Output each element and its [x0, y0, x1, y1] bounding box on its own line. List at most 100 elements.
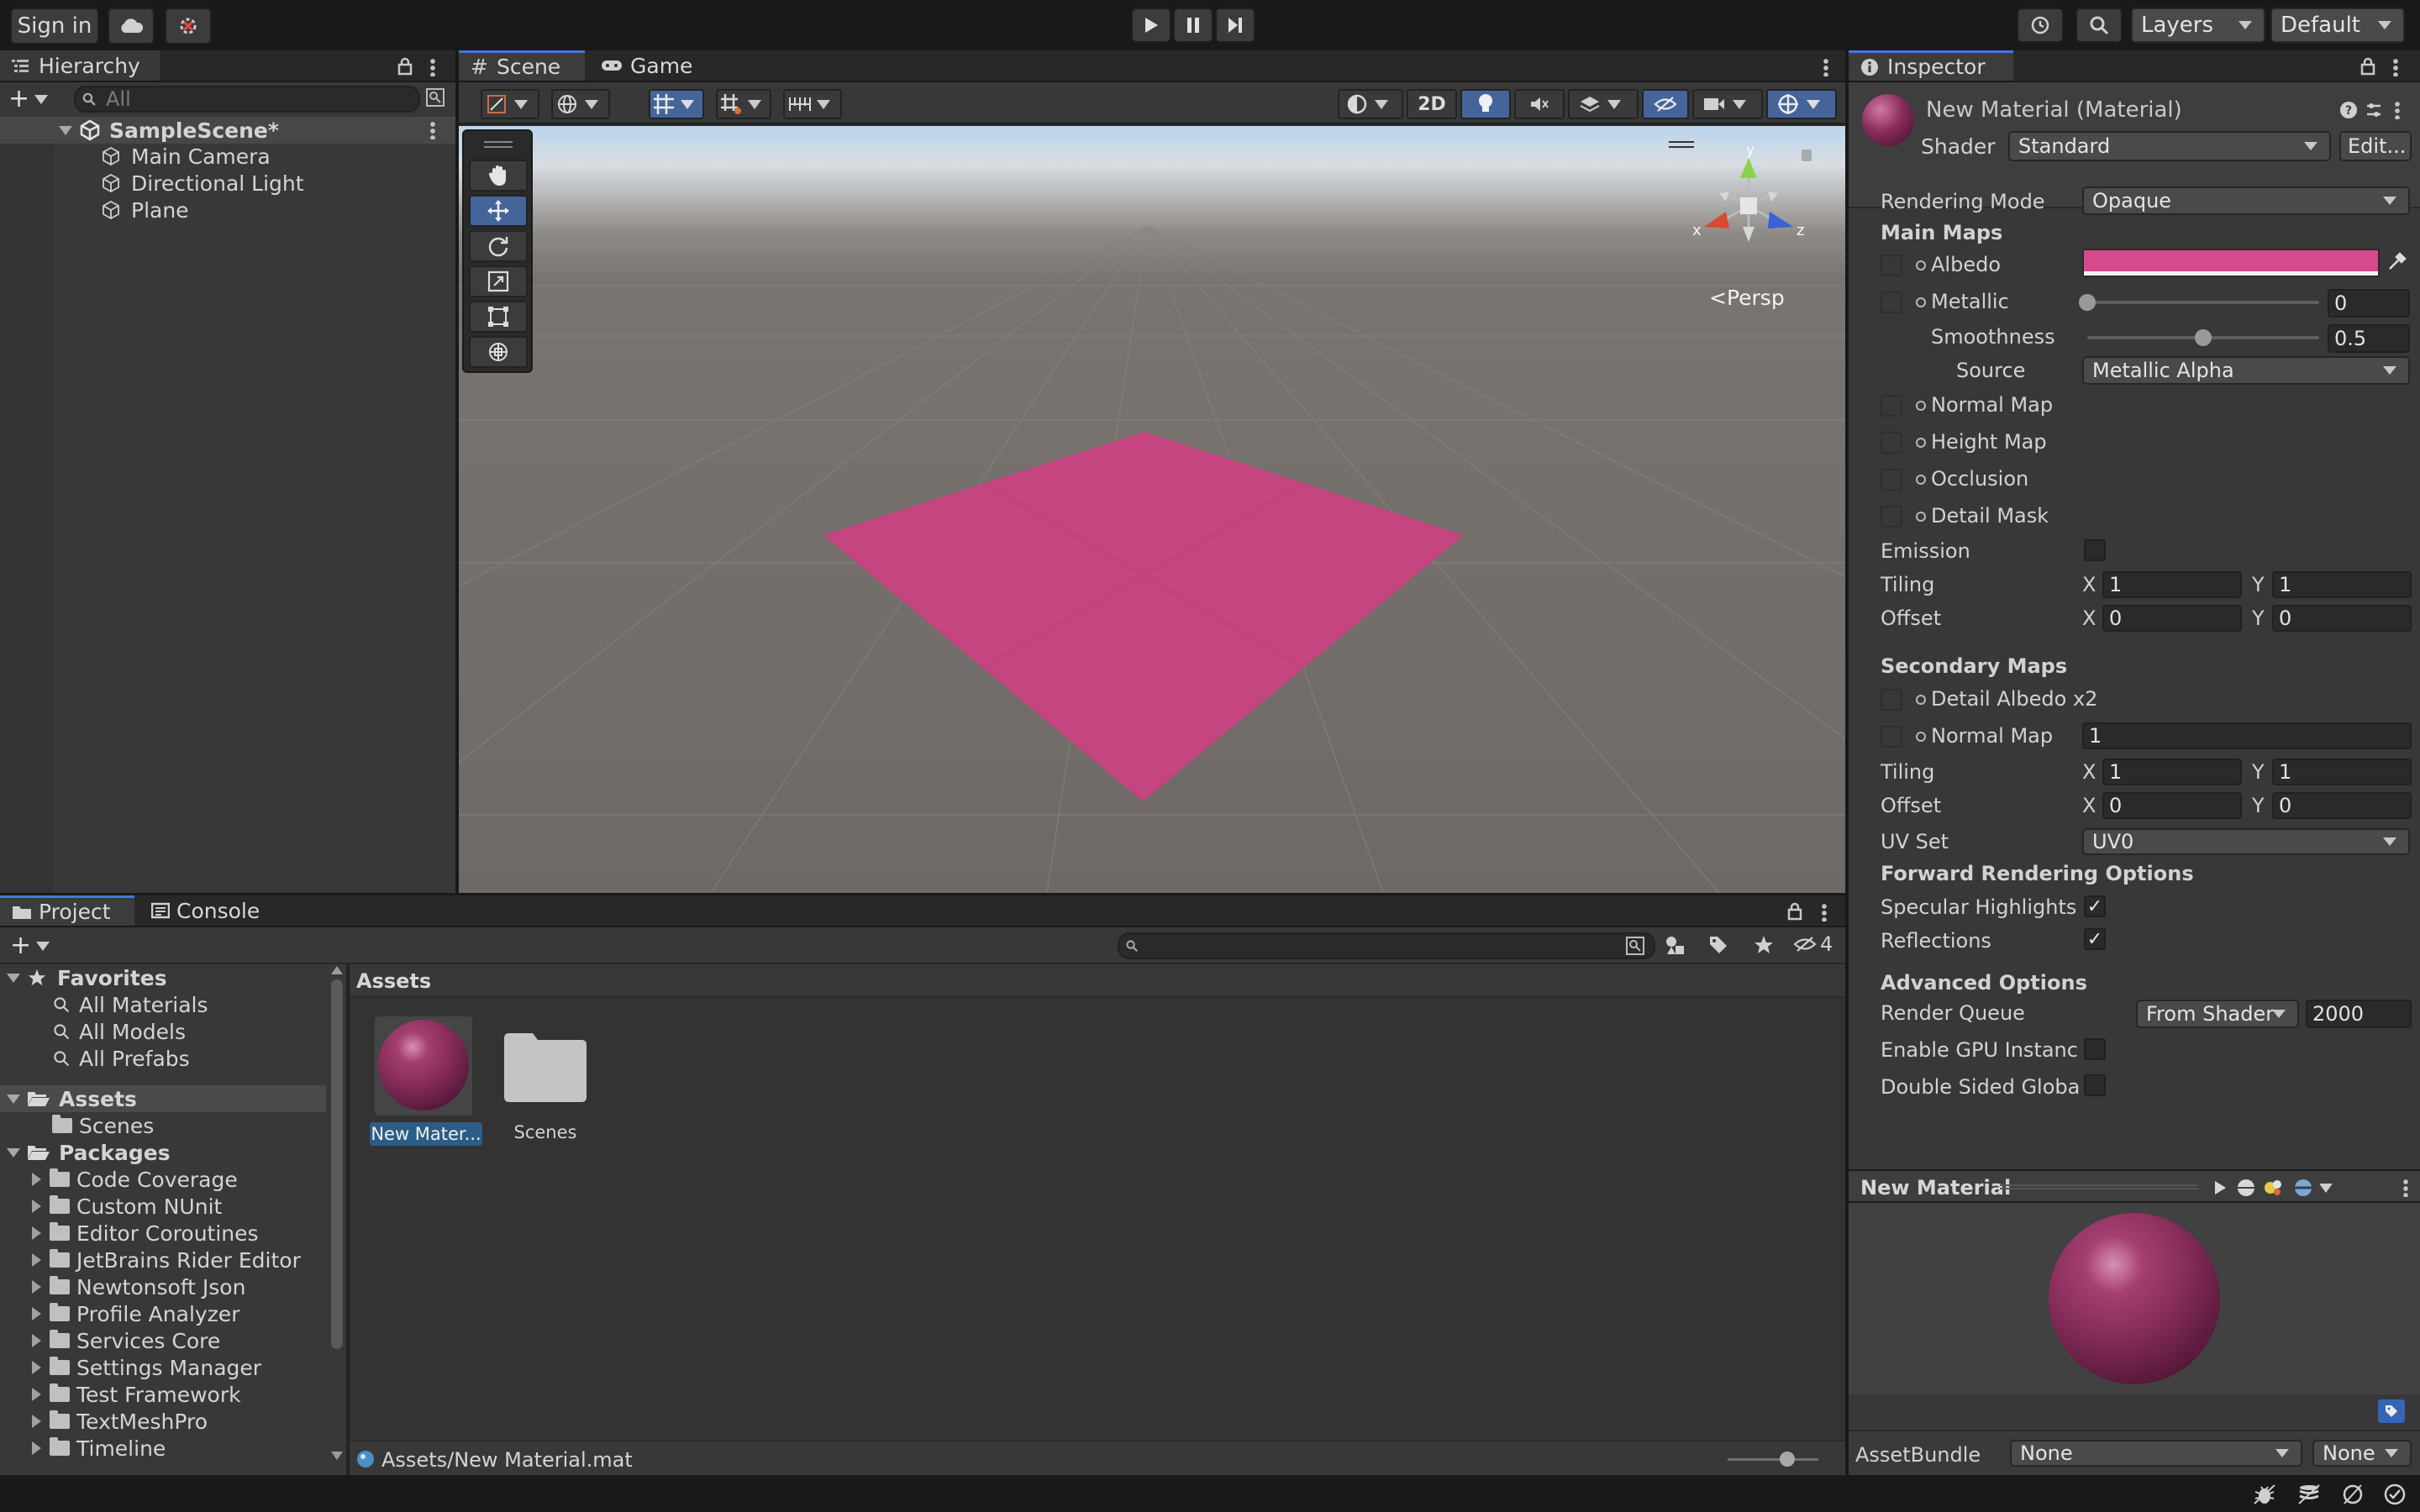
assetbundle-dropdown[interactable]: None	[2010, 1440, 2302, 1467]
package-item[interactable]: Test Framework	[0, 1381, 241, 1408]
albedo-color-field[interactable]	[2082, 249, 2380, 277]
asset-item-material[interactable]: New Mater...	[370, 1016, 482, 1146]
package-item[interactable]: TextMeshPro	[0, 1408, 208, 1435]
rotate-tool-button[interactable]	[469, 230, 528, 262]
gizmo-lock-icon[interactable]	[1802, 150, 1812, 161]
preview-sky-icon[interactable]	[2292, 1178, 2314, 1198]
icon-size-slider-handle[interactable]	[1780, 1452, 1795, 1467]
expand-arrow-icon[interactable]	[32, 1415, 41, 1428]
icon-size-slider-track[interactable]	[1728, 1458, 1818, 1461]
global-toggle-button[interactable]	[551, 89, 610, 119]
tab-scene[interactable]: # Scene	[459, 50, 585, 81]
sec-tiling-x-input[interactable]: 1	[2102, 759, 2242, 785]
package-item[interactable]: Editor Coroutines	[0, 1220, 259, 1247]
normal-map-slot[interactable]	[1881, 395, 1902, 417]
object-picker-icon[interactable]	[1916, 260, 1926, 270]
hierarchy-menu-icon[interactable]	[430, 58, 435, 76]
preview-light-icon[interactable]	[2262, 1178, 2284, 1198]
breadcrumb-assets[interactable]: Assets	[356, 969, 431, 993]
offset-y-input[interactable]: 0	[2272, 605, 2412, 632]
scale-tool-button[interactable]	[469, 265, 528, 297]
2d-toggle-button[interactable]: 2D	[1407, 89, 1457, 119]
hidden-packages-toggle[interactable]: 4	[1793, 932, 1833, 956]
object-picker-icon[interactable]	[1916, 401, 1926, 411]
camera-button[interactable]	[1692, 89, 1763, 119]
chevron-down-icon[interactable]	[2319, 1184, 2333, 1193]
hierarchy-search-input[interactable]: All	[74, 86, 420, 113]
asset-item-scenes[interactable]: Scenes	[499, 1016, 592, 1142]
layers-dropdown[interactable]: Layers	[2131, 8, 2265, 43]
favorite-star-icon[interactable]	[1753, 934, 1775, 956]
shader-edit-button[interactable]: Edit...	[2339, 131, 2412, 161]
object-picker-icon[interactable]	[1916, 695, 1926, 705]
play-icon[interactable]	[2212, 1179, 2228, 1196]
sec-offset-x-input[interactable]: 0	[2102, 792, 2242, 819]
favorite-all-prefabs[interactable]: All Prefabs	[0, 1045, 190, 1072]
sign-in-button[interactable]: Sign in	[10, 8, 99, 45]
scene-viewport[interactable]: y x z <Persp	[459, 126, 1845, 893]
object-picker-icon[interactable]	[1916, 297, 1926, 307]
increment-snap-button[interactable]	[716, 89, 771, 119]
transform-tool-button[interactable]	[469, 336, 528, 368]
sec-normal-scale-input[interactable]: 1	[2082, 722, 2412, 749]
render-queue-input[interactable]: 2000	[2306, 1000, 2412, 1028]
scroll-up-arrow[interactable]	[331, 966, 343, 974]
albedo-texture-slot[interactable]	[1881, 255, 1902, 276]
hierarchy-item-plane[interactable]: Plane	[0, 197, 189, 223]
smoothness-input[interactable]: 0.5	[2328, 324, 2410, 353]
gizmos-button[interactable]	[1766, 89, 1837, 119]
shape-sphere-icon[interactable]	[2235, 1178, 2257, 1198]
metallic-input[interactable]: 0	[2328, 289, 2410, 318]
pause-button[interactable]	[1173, 8, 1213, 43]
hierarchy-item-directional-light[interactable]: Directional Light	[0, 170, 304, 197]
reflections-checkbox[interactable]: ✓	[2084, 928, 2106, 950]
expand-arrow-icon[interactable]	[32, 1441, 41, 1455]
package-item[interactable]: Profile Analyzer	[0, 1300, 239, 1327]
lock-icon[interactable]	[1786, 902, 1803, 921]
sec-tiling-y-input[interactable]: 1	[2272, 759, 2412, 785]
preview-drag-handle[interactable]	[2000, 1184, 2198, 1189]
hierarchy-item-main-camera[interactable]: Main Camera	[0, 143, 271, 170]
offset-x-input[interactable]: 0	[2102, 605, 2242, 632]
detail-mask-slot[interactable]	[1881, 506, 1902, 528]
tag-button[interactable]	[2378, 1399, 2405, 1423]
tree-scrollbar[interactable]	[331, 979, 343, 1349]
step-button[interactable]	[1215, 8, 1255, 43]
hand-tool-button[interactable]	[469, 160, 528, 192]
audio-toggle-button[interactable]	[1514, 89, 1565, 119]
play-button[interactable]	[1131, 8, 1171, 43]
metallic-slider-track[interactable]	[2087, 301, 2319, 304]
rendering-mode-dropdown[interactable]: Opaque	[2082, 186, 2410, 215]
scroll-down-arrow[interactable]	[331, 1452, 343, 1460]
cache-server-icon[interactable]	[2297, 1483, 2321, 1505]
expand-arrow-icon[interactable]	[32, 1200, 41, 1213]
sec-offset-y-input[interactable]: 0	[2272, 792, 2412, 819]
tab-inspector[interactable]: Inspector	[1849, 50, 2013, 81]
project-create-button[interactable]: +	[10, 931, 56, 960]
emission-checkbox[interactable]	[2084, 539, 2106, 561]
object-picker-icon[interactable]	[1916, 438, 1926, 448]
ruler-button[interactable]	[783, 89, 842, 119]
plane-mesh[interactable]	[823, 432, 1464, 801]
shading-mode-button[interactable]	[1338, 89, 1403, 119]
search-button[interactable]	[2075, 8, 2123, 43]
detail-albedo-slot[interactable]	[1881, 689, 1902, 711]
rect-tool-button[interactable]	[469, 301, 528, 333]
shader-dropdown[interactable]: Standard	[2008, 131, 2331, 161]
tiling-x-input[interactable]: 1	[2102, 571, 2242, 598]
preview-area[interactable]	[1849, 1203, 2420, 1394]
package-item[interactable]: Newtonsoft Json	[0, 1273, 245, 1300]
help-icon[interactable]: ?	[2339, 101, 2358, 119]
inspector-menu-icon[interactable]	[2393, 58, 2398, 76]
expand-arrow-icon[interactable]	[32, 1253, 41, 1267]
render-queue-dropdown[interactable]: From Shader	[2136, 1000, 2299, 1028]
sec-normal-map-slot[interactable]	[1881, 726, 1902, 748]
tab-project[interactable]: Project	[0, 895, 134, 926]
package-item[interactable]: Code Coverage	[0, 1166, 238, 1193]
search-options-icon[interactable]	[425, 87, 445, 108]
history-button[interactable]	[2017, 8, 2064, 43]
project-search-input[interactable]	[1118, 932, 1655, 959]
material-menu-icon[interactable]	[2395, 101, 2400, 119]
lock-icon[interactable]	[2360, 57, 2376, 76]
expand-arrow-icon[interactable]	[32, 1361, 41, 1374]
